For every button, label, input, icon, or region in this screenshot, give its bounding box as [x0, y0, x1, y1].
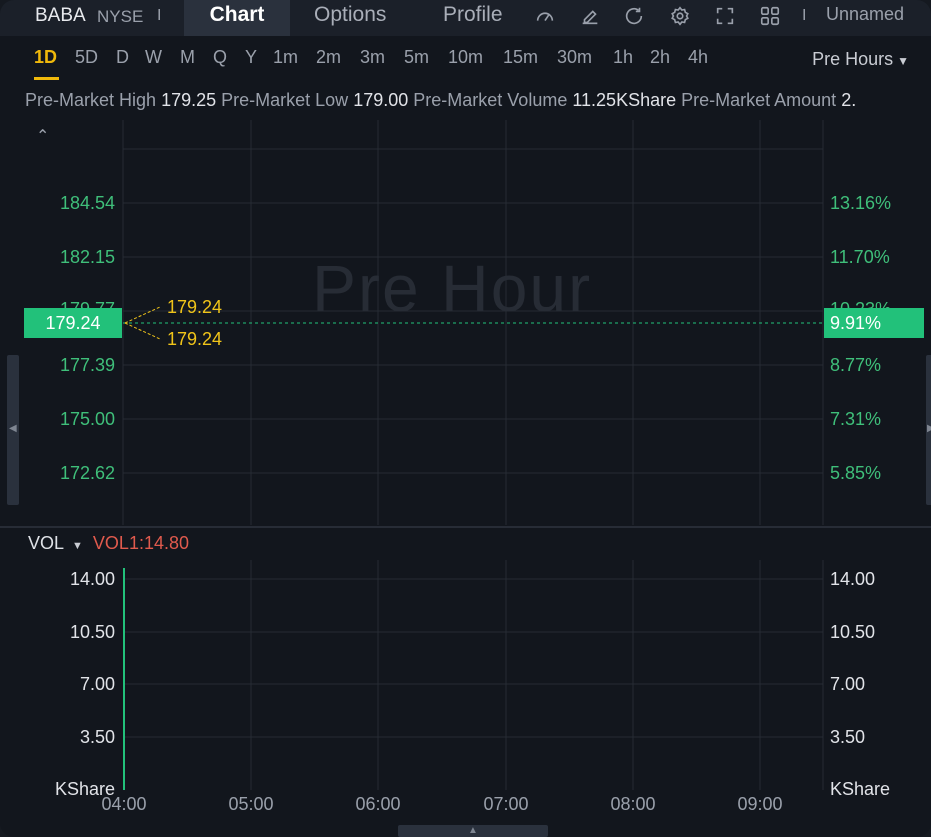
current-price-tag: 179.24 — [24, 308, 122, 338]
right-panel-handle[interactable]: ▶ — [926, 355, 931, 505]
volume-axis-label-left: 3.50 — [79, 727, 115, 747]
chart-watermark: Pre Hour — [312, 251, 593, 325]
price-axis-label-left: 184.54 — [59, 193, 115, 213]
chevron-left-icon: ◀ — [9, 423, 17, 434]
chart-grid — [0, 120, 931, 790]
chevron-right-icon: ▶ — [927, 423, 931, 434]
time-axis-label: 04:00 — [101, 794, 147, 814]
low-price-label: 179.24 — [167, 329, 223, 349]
time-axis-label: 05:00 — [228, 794, 274, 814]
volume-axis-label-left: 7.00 — [79, 674, 115, 694]
change-axis-label-right: 11.70% — [830, 247, 890, 267]
chart-window: BABA NYSE I Chart Options Profile I Unna… — [0, 0, 931, 837]
time-axis-label: 08:00 — [610, 794, 656, 814]
bottom-panel-handle[interactable]: ▲ — [398, 825, 548, 837]
volume-axis-label-right: 7.00 — [830, 674, 866, 694]
time-axis-label: 07:00 — [483, 794, 529, 814]
high-price-label: 179.24 — [167, 297, 223, 317]
change-axis-label-right: 5.85% — [830, 463, 882, 483]
current-change-tag: 9.91% — [824, 308, 924, 338]
time-axis-label: 06:00 — [355, 794, 401, 814]
price-axis-label-left: 182.15 — [59, 247, 115, 267]
change-axis-label-right: 13.16% — [830, 193, 892, 213]
time-axis-label: 09:00 — [737, 794, 783, 814]
volume-indicator-header[interactable]: VOL ▼ VOL1:14.80 — [28, 533, 189, 554]
volume-axis-label-left: 10.50 — [69, 622, 115, 642]
chevron-up-icon: ▲ — [468, 825, 478, 836]
collapse-up-icon[interactable]: ⌃ — [36, 126, 49, 146]
left-panel-handle[interactable]: ◀ — [7, 355, 19, 505]
volume-axis-label-right: 3.50 — [830, 727, 866, 747]
change-axis-label-right: 8.77% — [830, 355, 882, 375]
volume-axis-label-right: 10.50 — [830, 622, 876, 642]
change-axis-label-right: 7.31% — [830, 409, 882, 429]
chevron-down-icon[interactable]: ▼ — [72, 540, 83, 552]
volume-axis-label-right: 14.00 — [830, 569, 876, 589]
volume-axis-unit-right: KShare — [830, 779, 891, 799]
volume-indicator-name: VOL — [28, 533, 65, 553]
volume-axis-label-left: 14.00 — [69, 569, 115, 589]
volume-indicator-value: VOL1:14.80 — [92, 533, 189, 553]
